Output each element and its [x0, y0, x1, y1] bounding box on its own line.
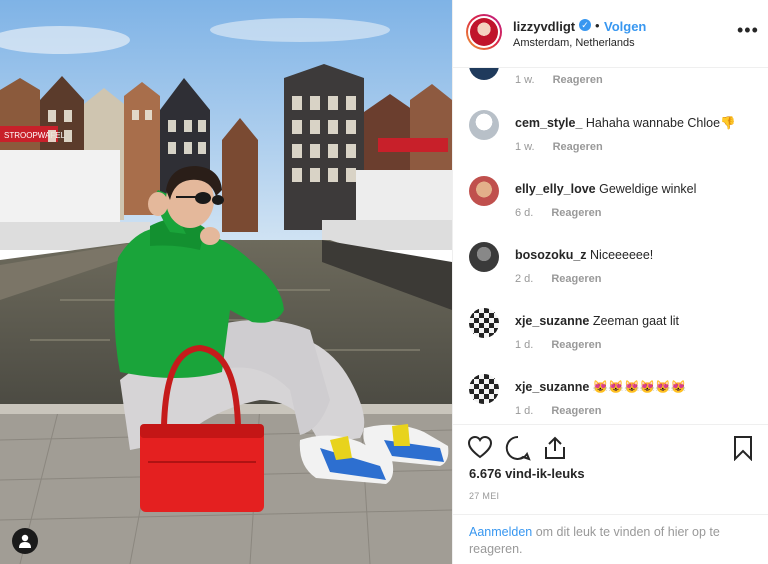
comment-text: Niceeeeee! [590, 248, 654, 262]
comment-username[interactable]: cem_style_ [515, 116, 582, 130]
bookmark-icon[interactable] [733, 435, 753, 466]
verified-badge-icon: ✓ [579, 19, 591, 31]
comment-avatar[interactable] [469, 110, 499, 140]
comment-time: 1 d. [515, 339, 534, 351]
comment-time: 2 d. [515, 273, 534, 285]
thumbs-down-emoji: 👎 [720, 116, 736, 130]
comment-avatar[interactable] [469, 68, 499, 80]
post-photo[interactable]: STROOPWAFEL [0, 0, 452, 564]
reply-button[interactable]: Reageren [551, 339, 601, 351]
action-bar: 6.676 vind-ik-leuks 27 MEI [453, 424, 768, 514]
reply-button[interactable]: Reageren [553, 141, 603, 153]
reply-button[interactable]: Reageren [551, 405, 601, 417]
shop-sign: STROOPWAFEL [4, 131, 66, 140]
login-link[interactable]: Aanmelden [469, 525, 532, 539]
post-location[interactable]: Amsterdam, Netherlands [513, 37, 635, 49]
post-header: lizzyvdligt ✓ • Volgen Amsterdam, Nether… [453, 0, 768, 68]
comment-icon[interactable] [505, 435, 531, 466]
comment-text: Zeeman gaat lit [592, 314, 679, 328]
heart-icon[interactable] [467, 435, 493, 464]
login-prompt: Aanmelden om dit leuk te vinden of hier … [453, 514, 768, 564]
reply-button[interactable]: Reageren [551, 207, 601, 219]
comment-time: 6 d. [515, 207, 534, 219]
comment-text: Geweldige winkel [599, 182, 697, 196]
reply-button[interactable]: Reageren [551, 273, 601, 285]
comment-username[interactable]: xje_suzanne [515, 380, 589, 394]
comment-avatar[interactable] [469, 242, 499, 272]
comment-time: 1 w. [515, 141, 535, 153]
author-username[interactable]: lizzyvdligt [513, 19, 575, 34]
comment-list[interactable]: 1 w. Reageren cem_style_ Hahaha wannabe C… [453, 68, 768, 424]
comment-text: Hahaha wannabe Chloe [585, 116, 721, 130]
comment-avatar[interactable] [469, 308, 499, 338]
reply-button[interactable]: Reageren [553, 74, 603, 86]
user-tag-icon[interactable] [12, 528, 38, 554]
instagram-post-window: STROOPWAFEL lizzyvdligt ✓ • Volgen Amste… [0, 0, 768, 564]
cat-emoji-row: 😻😻😻😻😻😻 [592, 380, 687, 394]
like-count[interactable]: 6.676 vind-ik-leuks [469, 466, 585, 481]
comment-avatar[interactable] [469, 176, 499, 206]
separator-dot: • [595, 18, 600, 33]
more-options-icon[interactable]: ••• [737, 21, 759, 39]
follow-button[interactable]: Volgen [604, 19, 646, 34]
comment-username[interactable]: bosozoku_z [515, 248, 587, 262]
post-date[interactable]: 27 MEI [469, 491, 499, 501]
author-avatar[interactable] [466, 14, 502, 50]
comment-time: 1 d. [515, 405, 534, 417]
share-icon[interactable] [543, 435, 567, 466]
comment-username[interactable]: elly_elly_love [515, 182, 596, 196]
post-sidebar: lizzyvdligt ✓ • Volgen Amsterdam, Nether… [452, 0, 768, 564]
comment-time: 1 w. [515, 74, 535, 86]
comment-avatar[interactable] [469, 374, 499, 404]
comment-username[interactable]: xje_suzanne [515, 314, 589, 328]
